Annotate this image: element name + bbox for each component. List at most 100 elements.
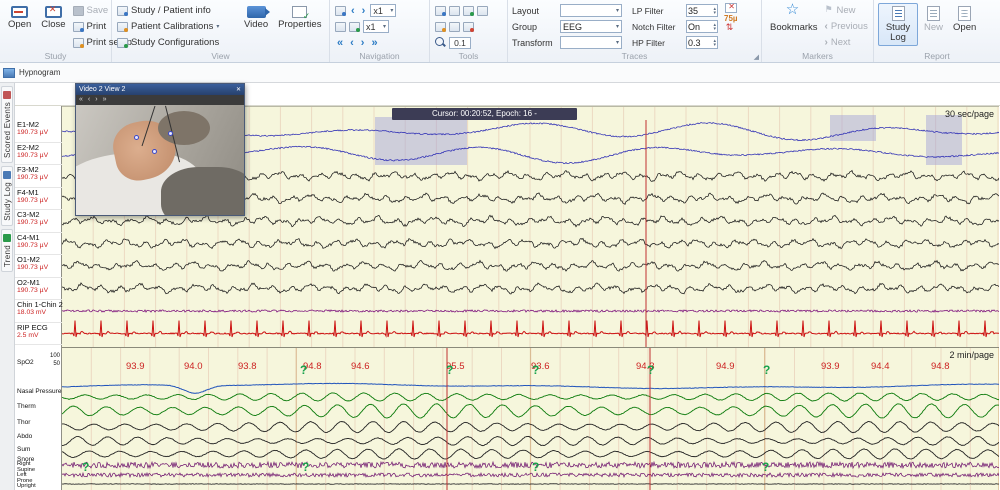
tab-study-log[interactable]: Study Log — [1, 165, 13, 226]
channel-label-c4-m1[interactable]: C4-M1 190.73 µV — [17, 233, 62, 250]
new-marker-button[interactable]: New — [824, 3, 869, 18]
hp-filter-input[interactable]: 0.3 ▴ ▾ — [686, 36, 718, 49]
event-question-marker[interactable]: ? — [446, 363, 453, 377]
eeg-electrode-dot — [152, 149, 157, 154]
video-window[interactable]: Video 2 View 2 — [75, 83, 245, 216]
video-playback-controls[interactable] — [76, 95, 244, 105]
bottom-page-duration-label: 2 min/page — [949, 350, 994, 360]
nav-scale-icon[interactable] — [349, 21, 360, 32]
event-question-marker[interactable]: ? — [302, 460, 309, 474]
tools-caliper-icon[interactable] — [449, 21, 460, 32]
nav-epoch-icon[interactable] — [335, 5, 346, 16]
step-back-icon[interactable] — [88, 95, 90, 105]
channel-label-spo2[interactable]: SpO2 — [17, 359, 34, 366]
channel-label-e1-m2[interactable]: E1-M2 190.73 µV — [17, 120, 62, 137]
nav-prev-event-icon[interactable]: ‹ — [349, 5, 357, 17]
transform-dropdown[interactable]: ▾ — [560, 36, 622, 49]
properties-button[interactable]: Properties — [274, 3, 325, 33]
tab-scored-events[interactable]: Scored Events — [1, 86, 13, 163]
tools-split-icon[interactable] — [449, 5, 460, 16]
spo2-value: 94.4 — [871, 361, 890, 372]
patient-info-button[interactable]: Study / Patient info — [116, 3, 238, 18]
next-marker-button[interactable]: › Next — [824, 35, 869, 50]
notch-filter-input[interactable]: On ▴ ▾ — [686, 20, 718, 33]
skip-forward-icon[interactable] — [103, 95, 107, 105]
event-question-marker[interactable]: ? — [532, 363, 539, 377]
channel-label-chin-1-chin-2[interactable]: Chin 1-Chin 2 18.03 mV — [17, 300, 63, 317]
study-log-button[interactable]: Study Log — [878, 3, 918, 46]
tools-crosshair-icon[interactable] — [463, 21, 474, 32]
channel-label-nasal-pressure[interactable]: Nasal Pressure — [17, 388, 61, 395]
psg-application-window: Open Close Save Print — [0, 0, 1000, 490]
invert-trace-icon[interactable] — [726, 22, 736, 34]
event-question-marker[interactable]: ? — [532, 460, 539, 474]
channel-label-therm[interactable]: Therm — [17, 403, 36, 410]
spinner-icons[interactable]: ▴ ▾ — [713, 6, 716, 15]
amplitude-zoom-dropdown[interactable]: x1 ▾ — [363, 20, 389, 33]
zoom-icon[interactable] — [435, 37, 446, 48]
spo2-value: 93.9 — [126, 361, 145, 372]
layout-dropdown[interactable]: ▾ — [560, 4, 622, 17]
group-dropdown[interactable]: EEG ▾ — [560, 20, 622, 33]
channel-label-abdo[interactable]: Abdo — [17, 433, 32, 440]
video-title-bar[interactable]: Video 2 View 2 — [76, 84, 244, 95]
channel-label-c3-m2[interactable]: C3-M2 190.73 µV — [17, 210, 62, 227]
first-page-button[interactable]: « — [335, 37, 345, 49]
channel-label-sum[interactable]: Sum — [17, 446, 30, 453]
next-page-button[interactable]: › — [359, 37, 367, 49]
spinner-icons[interactable]: ▴ ▾ — [713, 38, 716, 47]
flag-icon — [825, 4, 834, 16]
open-report-button[interactable]: Open — [949, 3, 980, 36]
page-zoom-dropdown[interactable]: x1 ▾ — [370, 4, 397, 17]
event-question-marker[interactable]: ? — [82, 460, 89, 474]
nav-amplitude-icon[interactable] — [335, 21, 346, 32]
channel-label-f3-m2[interactable]: F3-M2 190.73 µV — [17, 165, 62, 182]
bookmarks-button[interactable]: Bookmarks — [766, 2, 822, 36]
channel-label-o1-m2[interactable]: O1-M2 190.73 µV — [17, 255, 62, 272]
skip-back-icon[interactable] — [79, 95, 83, 105]
previous-page-button[interactable]: ‹ — [348, 37, 356, 49]
event-question-marker[interactable]: ? — [763, 363, 770, 377]
channel-label-o2-m1[interactable]: O2-M1 190.73 µV — [17, 278, 62, 295]
patient-hair — [158, 111, 210, 145]
tools-sync-icon[interactable] — [463, 5, 474, 16]
respiratory-trace-panel[interactable]: 2 min/page 93.9 94.0 93.8 94.8 94.6 95.5 93.6 9… — [62, 347, 999, 490]
last-page-button[interactable]: » — [369, 37, 379, 49]
tools-ruler-icon[interactable] — [435, 21, 446, 32]
channel-label-thor[interactable]: Thor — [17, 419, 30, 426]
event-question-marker[interactable]: ? — [300, 363, 307, 377]
video-camera-icon — [246, 6, 270, 18]
channel-label-e2-m2[interactable]: E2-M2 190.73 µV — [17, 143, 62, 160]
previous-marker-button[interactable]: ‹ Previous — [824, 19, 869, 34]
nav-next-event-icon[interactable]: › — [360, 5, 368, 17]
position-label-upright: Upright — [17, 483, 36, 489]
open-study-button[interactable]: Open — [4, 3, 35, 33]
event-question-marker[interactable]: ? — [647, 363, 654, 377]
notch-filter-label: Notch Filter — [632, 21, 676, 32]
channel-label-rip-ecg[interactable]: RIP ECG 2.5 mV — [17, 322, 62, 340]
channel-sensitivity: 190.73 µV — [17, 196, 49, 204]
lp-filter-input[interactable]: 35 ▴ ▾ — [686, 4, 718, 17]
spinner-icons[interactable]: ▴ ▾ — [713, 22, 716, 31]
video-toggle-button[interactable]: Video — [240, 3, 272, 33]
close-study-button[interactable]: Close — [37, 3, 69, 33]
ribbon-group-markers: Bookmarks New ‹ Previous › Next — [762, 0, 874, 62]
channel-label-f4-m1[interactable]: F4-M1 190.73 µV — [17, 188, 62, 205]
patient-calibrations-button[interactable]: Patient Calibrations ▾ — [116, 19, 238, 34]
hypnogram-panel-header[interactable]: Hypnogram — [0, 63, 1000, 83]
video-close-icon[interactable] — [236, 84, 241, 96]
play-icon[interactable] — [95, 95, 97, 105]
spo2-value: 94.0 — [184, 361, 203, 372]
tools-marker-icon[interactable] — [477, 5, 488, 16]
clear-trace-icon[interactable] — [724, 2, 737, 13]
study-configurations-button[interactable]: Study Configurations — [116, 35, 238, 50]
zoom-scale-input[interactable]: 0.1 — [449, 36, 471, 49]
new-report-button[interactable]: New — [920, 3, 947, 36]
spo2-scale-min: 50 — [53, 361, 60, 367]
tools-grid-icon[interactable] — [435, 5, 446, 16]
channel-name: RIP ECG — [17, 322, 48, 332]
save-icon — [72, 5, 84, 16]
open-study-icon — [11, 6, 29, 18]
tab-trend[interactable]: Trend — [1, 228, 13, 272]
event-question-marker[interactable]: ? — [762, 460, 769, 474]
